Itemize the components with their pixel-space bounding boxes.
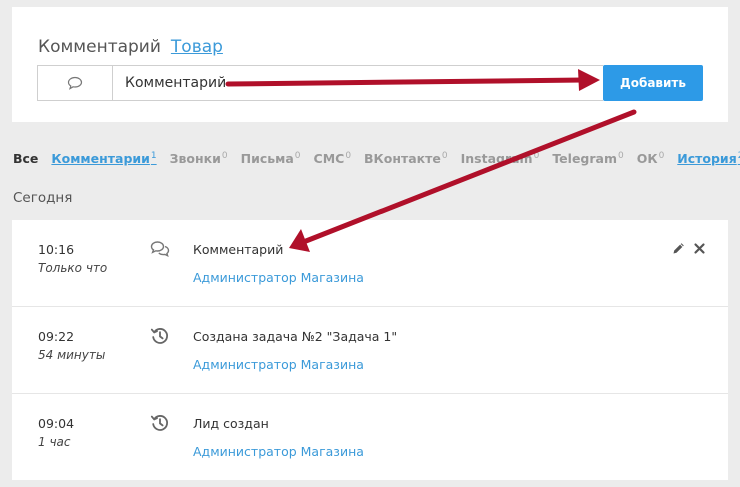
filter-telegram[interactable]: Telegram0	[552, 151, 623, 166]
filter-history[interactable]: История2	[677, 151, 740, 166]
feed-item: 10:16 Только что Комментарий Администрат…	[12, 220, 728, 307]
feed-filters: Все Комментарии1 Звонки0 Письма0 СМС0 ВК…	[13, 151, 740, 166]
add-button[interactable]: Добавить	[603, 65, 703, 101]
feed-item: 09:04 1 час Лид создан Администратор Маг…	[12, 394, 728, 480]
history-icon	[150, 328, 168, 344]
speech-bubble-icon	[67, 76, 83, 90]
feed-item-author[interactable]: Администратор Магазина	[193, 357, 364, 372]
filter-comments[interactable]: Комментарии1	[51, 151, 156, 166]
feed-item-author[interactable]: Администратор Магазина	[193, 270, 364, 285]
feed-item-time: 09:22	[38, 329, 75, 344]
feed-item-text: Лид создан	[193, 416, 269, 431]
feed-item-ago: 1 час	[38, 435, 71, 449]
section-title-today: Сегодня	[13, 190, 73, 206]
feed-item-text: Комментарий	[193, 242, 284, 257]
feed-item-text: Создана задача №2 "Задача 1"	[193, 329, 398, 344]
comments-icon	[150, 241, 170, 258]
comment-panel: Комментарий Товар Добавить	[12, 7, 728, 122]
filter-sms[interactable]: СМС0	[314, 151, 352, 166]
feed-item-time: 10:16	[38, 242, 75, 257]
feed-item-time: 09:04	[38, 416, 75, 431]
filter-instagram[interactable]: Instagram0	[461, 151, 540, 166]
feed-item-ago: Только что	[38, 261, 108, 275]
feed-item-author[interactable]: Администратор Магазина	[193, 444, 364, 459]
comment-input-row: Добавить	[37, 65, 703, 101]
tab-comment[interactable]: Комментарий	[38, 37, 161, 57]
delete-icon[interactable]	[693, 242, 706, 255]
comment-input[interactable]	[112, 65, 603, 101]
filter-vkontakte[interactable]: ВКонтакте0	[364, 151, 448, 166]
comment-type-selector[interactable]	[37, 65, 112, 101]
filter-ok[interactable]: ОК0	[637, 151, 665, 166]
feed-item-ago: 54 минуты	[38, 348, 106, 362]
filter-all[interactable]: Все	[13, 151, 38, 166]
history-icon	[150, 415, 168, 431]
panel-tabs: Комментарий Товар	[38, 37, 223, 57]
feed-item-actions	[672, 242, 706, 255]
activity-feed: 10:16 Только что Комментарий Администрат…	[12, 220, 728, 480]
filter-calls[interactable]: Звонки0	[170, 151, 228, 166]
feed-item: 09:22 54 минуты Создана задача №2 "Задач…	[12, 307, 728, 394]
edit-icon[interactable]	[672, 242, 685, 255]
tab-product[interactable]: Товар	[171, 37, 223, 57]
filter-letters[interactable]: Письма0	[241, 151, 301, 166]
